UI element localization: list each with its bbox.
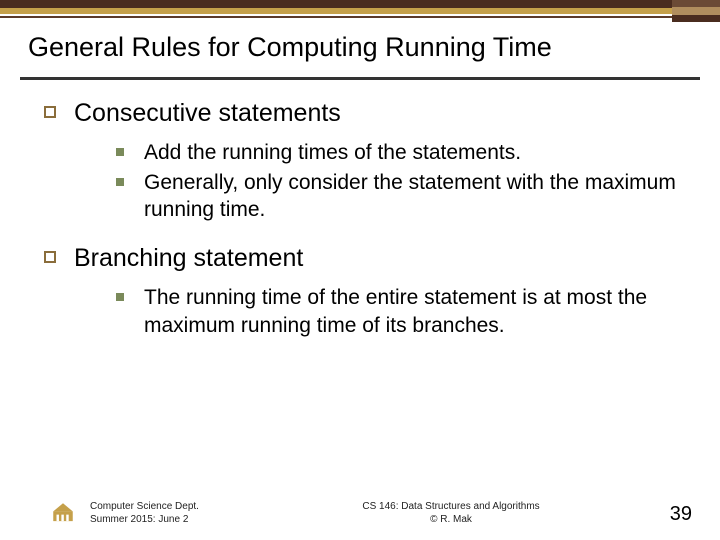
section-heading: Branching statement [74, 243, 303, 274]
footer-author: © R. Mak [260, 513, 642, 526]
square-bullet-icon [44, 251, 56, 263]
footer-course: CS 146: Data Structures and Algorithms [260, 500, 642, 513]
slide-title: General Rules for Computing Running Time [28, 32, 692, 63]
footer-term: Summer 2015: June 2 [90, 513, 260, 526]
slide-body: Consecutive statements Add the running t… [0, 80, 720, 359]
footer-dept: Computer Science Dept. [90, 500, 260, 513]
corner-accent [672, 0, 720, 22]
list-item: Generally, only consider the statement w… [116, 169, 690, 224]
square-bullet-icon [44, 106, 56, 118]
square-bullet-icon [116, 293, 124, 301]
list-item: Add the running times of the statements. [116, 139, 690, 166]
square-bullet-icon [116, 178, 124, 186]
square-bullet-icon [116, 148, 124, 156]
university-logo-icon [50, 500, 76, 526]
bullet-text: Add the running times of the statements. [144, 139, 521, 166]
section-heading: Consecutive statements [74, 98, 341, 129]
slide-footer: Computer Science Dept. Summer 2015: June… [0, 500, 720, 526]
header-stripes [0, 0, 720, 18]
bullet-text: The running time of the entire statement… [144, 284, 684, 339]
bullet-text: Generally, only consider the statement w… [144, 169, 684, 224]
list-item: Branching statement [44, 243, 690, 274]
list-item: Consecutive statements [44, 98, 690, 129]
list-item: The running time of the entire statement… [116, 284, 690, 339]
page-number: 39 [642, 503, 692, 526]
